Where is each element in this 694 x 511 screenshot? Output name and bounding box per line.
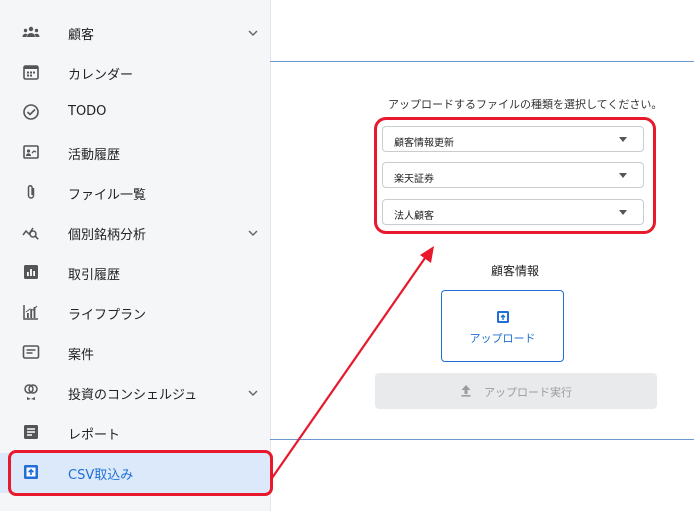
chevron-down-icon: [248, 230, 258, 237]
divider: [270, 61, 694, 62]
chevron-down-icon: [248, 390, 258, 397]
sidebar-item-label: 顧客: [68, 28, 95, 43]
chevron-down-icon: [248, 30, 258, 37]
sidebar-item-files[interactable]: ファイル一覧: [0, 173, 270, 213]
sidebar-item-report[interactable]: レポート: [0, 413, 270, 453]
paperclip-icon: [20, 181, 42, 203]
sidebar: 顧客 カレンダー TODO 活動履歴 ファイル一覧 個別銘柄分析 取引履歴 ライ…: [0, 0, 271, 511]
sidebar-item-activity[interactable]: 活動履歴: [0, 133, 270, 173]
sidebar-item-cases[interactable]: 案件: [0, 333, 270, 373]
activity-icon: [20, 141, 42, 163]
sidebar-item-label: 個別銘柄分析: [68, 228, 147, 243]
sidebar-item-label: レポート: [68, 428, 121, 443]
sidebar-item-life-plan[interactable]: ライフプラン: [0, 293, 270, 333]
sidebar-item-label: 投資のコンシェルジュ: [68, 388, 198, 403]
sidebar-item-label: ファイル一覧: [68, 188, 147, 203]
report-icon: [20, 421, 42, 443]
sidebar-item-label: 案件: [68, 348, 95, 363]
sidebar-item-label: ライフプラン: [68, 308, 147, 323]
sidebar-item-label: 取引履歴: [68, 268, 121, 283]
sidebar-item-stock-analysis[interactable]: 個別銘柄分析: [0, 213, 270, 253]
sidebar-item-customers[interactable]: 顧客: [0, 13, 270, 53]
check-circle-icon: [20, 101, 42, 123]
people-icon: [20, 21, 42, 43]
concierge-icon: [20, 381, 42, 403]
bar-chart-icon: [20, 261, 42, 283]
sidebar-item-todo[interactable]: TODO: [0, 93, 270, 133]
upload-arrow-icon: [461, 385, 471, 397]
sidebar-item-transactions[interactable]: 取引履歴: [0, 253, 270, 293]
highlight-box: [8, 450, 273, 496]
calendar-icon: [20, 61, 42, 83]
sidebar-item-calendar[interactable]: カレンダー: [0, 53, 270, 93]
execute-label: アップロード実行: [484, 386, 572, 399]
sidebar-item-label: TODO: [68, 104, 107, 119]
sidebar-item-label: カレンダー: [68, 68, 134, 83]
sidebar-item-label: 活動履歴: [68, 148, 121, 163]
highlight-box: [374, 117, 656, 234]
section-title: 顧客情報: [491, 264, 540, 278]
upload-button[interactable]: アップロード: [441, 290, 564, 362]
divider: [270, 439, 694, 440]
document-box-icon: [20, 341, 42, 363]
upload-execute-button[interactable]: アップロード実行: [375, 373, 657, 409]
instruction-text: アップロードするファイルの種類を選択してください。: [388, 98, 663, 111]
chart-search-icon: [20, 221, 42, 243]
sidebar-item-concierge[interactable]: 投資のコンシェルジュ: [0, 373, 270, 413]
growth-chart-icon: [20, 301, 42, 323]
upload-label: アップロード: [469, 332, 536, 345]
upload-icon: [497, 311, 509, 323]
